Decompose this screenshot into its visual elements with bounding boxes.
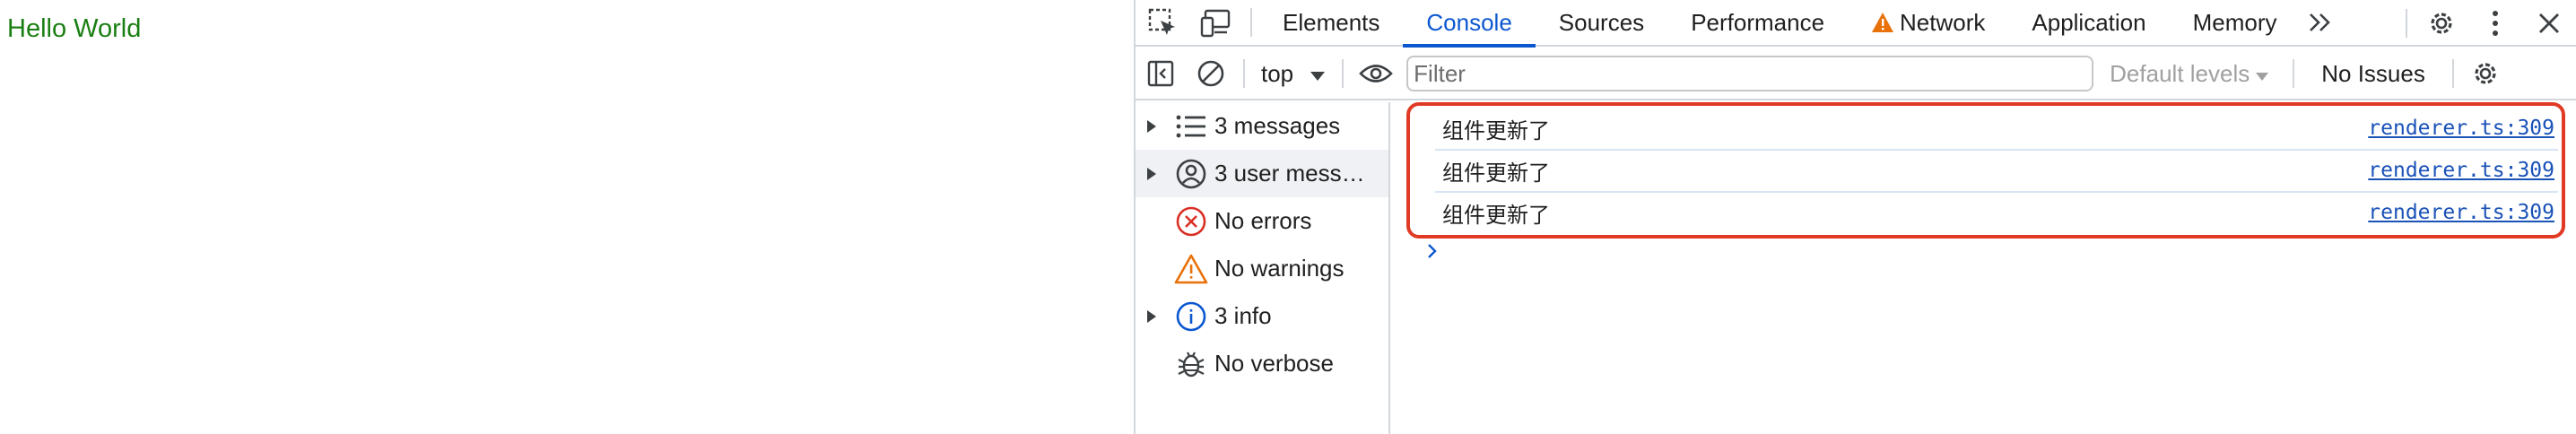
tab-label: Console (1426, 8, 1512, 36)
filter-input-wrapper (1406, 56, 2094, 91)
sidebar-item-warnings[interactable]: No warnings (1136, 245, 1388, 292)
expand-caret-icon[interactable] (1136, 167, 1168, 181)
toolbar-separator (2293, 59, 2295, 88)
sidebar-item-errors[interactable]: No errors (1136, 197, 1388, 245)
tab-label: Memory (2192, 8, 2277, 36)
list-icon (1168, 115, 1214, 138)
sidebar-toggle-icon[interactable] (1136, 50, 1186, 97)
tab-elements[interactable]: Elements (1259, 0, 1403, 46)
console-prompt-icon[interactable] (1426, 239, 1439, 267)
tab-memory[interactable]: Memory (2170, 0, 2301, 46)
sidebar-item-messages[interactable]: 3 messages (1136, 102, 1388, 150)
bug-icon (1168, 349, 1214, 379)
tab-label: Elements (1283, 8, 1380, 36)
tab-application[interactable]: Application (2008, 0, 2169, 46)
tab-label: Sources (1558, 8, 1645, 36)
log-levels-dropdown[interactable]: Default levels (2093, 60, 2285, 88)
eye-icon[interactable] (1351, 50, 1401, 97)
sidebar-item-label: 3 messages (1214, 112, 1341, 139)
message-source-link[interactable]: renderer.ts:309 (2368, 117, 2554, 140)
expand-caret-icon[interactable] (1136, 309, 1168, 324)
device-toolbar-icon[interactable] (1189, 0, 1243, 46)
warning-icon (1168, 254, 1214, 284)
tab-sources[interactable]: Sources (1536, 0, 1667, 46)
toolbar-separator (2451, 59, 2454, 88)
tab-label: Network (1900, 8, 1986, 36)
tab-network[interactable]: Network (1848, 0, 2008, 46)
console-settings-gear-icon[interactable] (2461, 50, 2510, 97)
sidebar-item-info[interactable]: 3 info (1136, 292, 1388, 340)
close-icon[interactable] (2522, 0, 2576, 47)
tab-label: Performance (1691, 8, 1825, 36)
context-label: top (1261, 59, 1294, 87)
clear-console-icon[interactable] (1186, 50, 1236, 97)
sidebar-item-label: No warnings (1214, 255, 1345, 282)
toolbar-separator (1342, 59, 1345, 88)
toolbar-separator (1243, 59, 1245, 88)
inspect-element-icon[interactable] (1136, 0, 1189, 46)
hello-world-text: Hello World (7, 14, 142, 43)
inspected-page: Hello World (0, 0, 1134, 434)
error-icon (1168, 206, 1214, 237)
user-icon (1168, 159, 1214, 189)
message-text: 组件更新了 (1442, 160, 1550, 186)
message-source-link[interactable]: renderer.ts:309 (2368, 159, 2554, 182)
filter-input[interactable] (1414, 59, 2087, 88)
settings-gear-icon[interactable] (2415, 0, 2468, 47)
sidebar-item-label: No verbose (1214, 350, 1334, 377)
warning-icon (1871, 12, 1894, 33)
tab-label: Application (2032, 8, 2146, 36)
more-options-icon[interactable] (2468, 0, 2522, 47)
dropdown-triangle-icon (1310, 60, 1326, 88)
sidebar-item-verbose[interactable]: No verbose (1136, 340, 1388, 387)
tab-performance[interactable]: Performance (1667, 0, 1848, 46)
issues-counter[interactable]: No Issues (2302, 60, 2445, 88)
log-levels-label: Default levels (2110, 59, 2250, 87)
sidebar-item-label: 3 info (1214, 302, 1272, 329)
message-text: 组件更新了 (1442, 202, 1550, 228)
devtools-panel: Elements Console Sources Performance Net… (1134, 0, 2576, 434)
message-source-link[interactable]: renderer.ts:309 (2368, 201, 2554, 224)
sidebar-item-user-messages[interactable]: 3 user messages (1136, 150, 1388, 197)
message-text: 组件更新了 (1442, 117, 1550, 143)
double-chevron-right-icon[interactable] (2301, 0, 2340, 46)
console-message: 组件更新了 renderer.ts:309 (1442, 192, 2554, 233)
console-toolbar: top Default levels No Issues (1136, 48, 2576, 100)
tabbar-right-actions (2398, 0, 2576, 47)
sidebar-item-label: 3 user messages (1214, 160, 1372, 187)
devtools-tabbar: Elements Console Sources Performance Net… (1136, 0, 2576, 48)
console-output: 组件更新了 renderer.ts:309 组件更新了 renderer.ts:… (1392, 102, 2576, 434)
console-message: 组件更新了 renderer.ts:309 (1442, 150, 2554, 191)
expand-caret-icon[interactable] (1136, 119, 1168, 134)
toolbar-separator (1250, 8, 1252, 37)
toolbar-separator (2406, 9, 2407, 38)
dropdown-triangle-icon (2255, 60, 2269, 88)
console-message: 组件更新了 renderer.ts:309 (1442, 108, 2554, 149)
context-selector[interactable]: top (1252, 60, 1335, 88)
console-sidebar: 3 messages 3 user messages No errors No … (1136, 102, 1390, 434)
info-icon (1168, 301, 1214, 332)
tab-console[interactable]: Console (1403, 0, 1536, 48)
sidebar-item-label: No errors (1214, 207, 1312, 234)
